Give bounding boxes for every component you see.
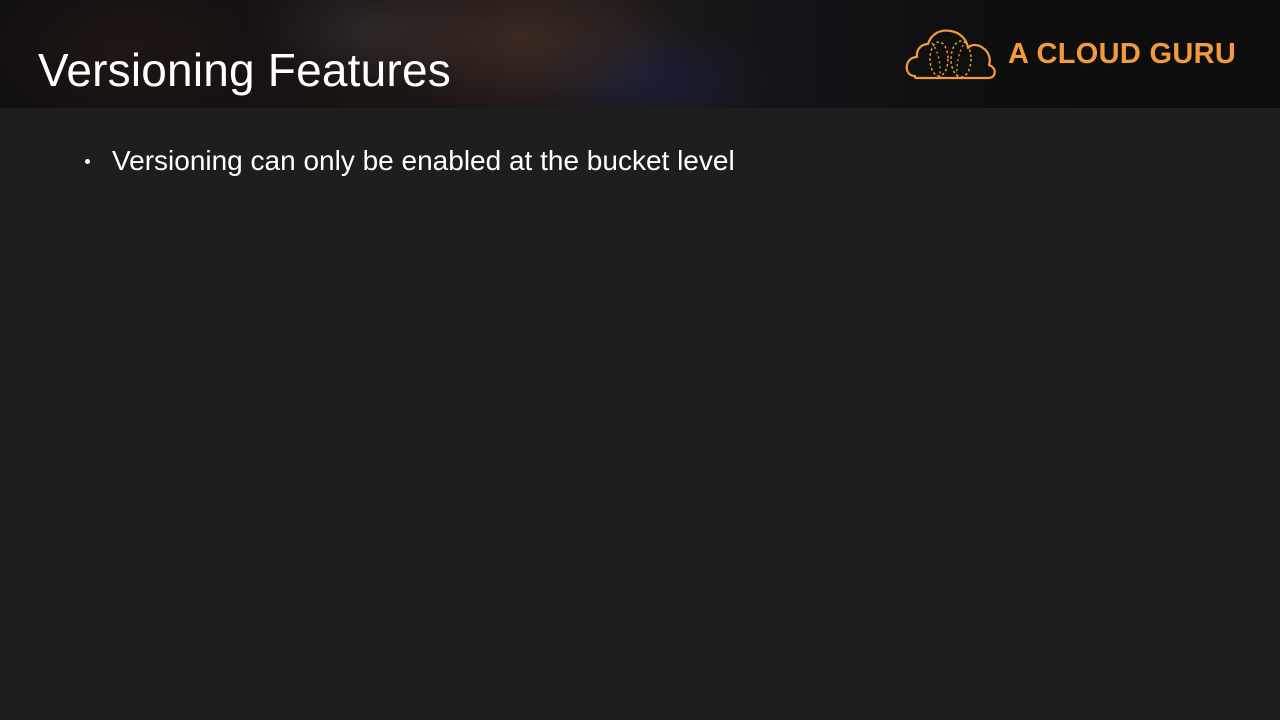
bullet-text: Versioning can only be enabled at the bu… xyxy=(112,145,735,176)
brand-name: A CLOUD GURU xyxy=(1008,38,1237,70)
slide-header: Versioning Features A CLOUD GURU xyxy=(0,0,1280,108)
bullet-icon xyxy=(85,159,90,164)
bullet-list: Versioning can only be enabled at the bu… xyxy=(0,140,1280,184)
brand-logo: A CLOUD GURU xyxy=(904,28,1244,80)
cloud-logo-icon xyxy=(905,29,996,80)
bullet-item: Versioning can only be enabled at the bu… xyxy=(0,140,1280,184)
presentation-slide: Versioning Features A CLOUD GURU Version… xyxy=(0,0,1280,720)
slide-title: Versioning Features xyxy=(38,44,451,96)
